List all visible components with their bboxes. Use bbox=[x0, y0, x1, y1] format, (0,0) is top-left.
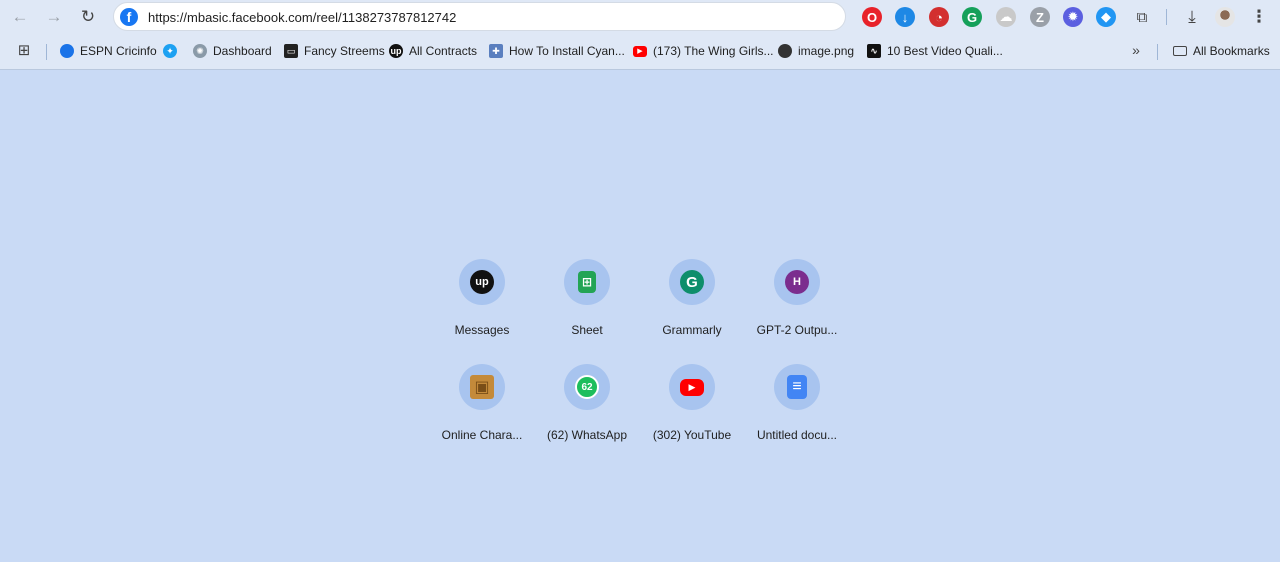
bookmark-label: All Contracts bbox=[409, 44, 478, 58]
double-chevron-icon: » bbox=[1132, 42, 1140, 58]
bookmark-item[interactable]: ▭ Fancy Streems bbox=[284, 42, 385, 60]
arrow-right-icon: → bbox=[45, 7, 63, 26]
apps-grid-icon: ⊞ bbox=[17, 42, 31, 59]
bookmarks-bar: ⊞ ESPN Cricinfo ✦ ✺ Dashboard ▭ Fancy Streems… bbox=[0, 34, 1280, 70]
bookmarks-divider-2 bbox=[1157, 44, 1158, 60]
globe-icon bbox=[60, 44, 74, 58]
more-vert-icon: ⋮ bbox=[1250, 7, 1268, 26]
profile-button[interactable] bbox=[1213, 5, 1237, 29]
bookmark-label: ESPN Cricinfo bbox=[80, 44, 157, 58]
shortcut-label: Sheet bbox=[571, 323, 603, 337]
youtube-icon: ▶ bbox=[680, 378, 704, 396]
reload-button[interactable]: ↻ bbox=[76, 5, 100, 29]
bookmark-label: How To Install Cyan... bbox=[509, 44, 625, 58]
all-bookmarks-label: All Bookmarks bbox=[1193, 44, 1270, 58]
bookmark-item[interactable]: up All Contracts bbox=[389, 42, 477, 60]
bookmark-label: Fancy Streems bbox=[304, 44, 385, 58]
extensions-button[interactable]: ⧉ bbox=[1130, 5, 1154, 29]
shortcut-tile[interactable]: H GPT-2 Outpu... bbox=[747, 256, 847, 356]
bookmarks-overflow-button[interactable]: » bbox=[1124, 38, 1148, 62]
gear-extension-icon[interactable]: ✹ bbox=[1063, 7, 1083, 27]
upwork-icon: up bbox=[470, 270, 494, 294]
box-icon: ▣ bbox=[470, 375, 494, 399]
arrow-left-icon: ← bbox=[11, 7, 29, 26]
bookmarks-divider bbox=[46, 44, 47, 60]
folder-icon bbox=[1173, 46, 1187, 56]
twitter-icon: ✦ bbox=[163, 44, 177, 58]
sheets-icon: ⊞ bbox=[578, 271, 596, 293]
shortcut-tile[interactable]: up Messages bbox=[432, 256, 532, 356]
shortcut-label: (302) YouTube bbox=[652, 428, 732, 442]
opera-extension-icon[interactable]: O bbox=[862, 7, 882, 27]
wave-icon: ∿ bbox=[867, 44, 881, 58]
shortcut-icon-circle: ⊞ bbox=[564, 259, 610, 305]
bookmark-item[interactable]: ESPN Cricinfo bbox=[60, 42, 157, 60]
shortcut-tile[interactable]: ⊞ Sheet bbox=[537, 256, 637, 356]
shortcut-label: (62) WhatsApp bbox=[546, 428, 628, 442]
puzzle-icon: ✚ bbox=[489, 44, 503, 58]
shortcut-icon-circle: ▣ bbox=[459, 364, 505, 410]
shortcut-tile[interactable]: 62 (62) WhatsApp bbox=[537, 361, 637, 461]
back-button[interactable]: ← bbox=[8, 5, 32, 29]
shortcut-tile[interactable]: ▣ Online Chara... bbox=[432, 361, 532, 461]
world-icon bbox=[778, 44, 792, 58]
bookmark-item[interactable]: image.png bbox=[778, 42, 854, 60]
shield-extension-icon[interactable]: ◆ bbox=[1096, 7, 1116, 27]
apps-button[interactable]: ⊞ bbox=[12, 38, 36, 62]
shortcut-label: Online Chara... bbox=[441, 428, 523, 442]
address-bar[interactable]: f https://mbasic.facebook.com/reel/11382… bbox=[113, 2, 846, 31]
bookmark-label: 10 Best Video Quali... bbox=[887, 44, 1003, 58]
h-icon: H bbox=[785, 270, 809, 294]
whatsapp-icon: 62 bbox=[575, 375, 599, 399]
shortcut-label: GPT-2 Outpu... bbox=[756, 323, 838, 337]
youtube-icon: ▶ bbox=[633, 45, 647, 57]
browser-toolbar: ← → ↻ f https://mbasic.facebook.com/reel… bbox=[0, 0, 1280, 34]
shortcut-icon-circle: ▶ bbox=[669, 364, 715, 410]
shortcut-label: Untitled docu... bbox=[756, 428, 838, 442]
bookmark-item[interactable]: ✺ Dashboard bbox=[193, 42, 272, 60]
shortcut-icon-circle: ≡ bbox=[774, 364, 820, 410]
shortcut-icon-circle: up bbox=[459, 259, 505, 305]
speed-extension-icon[interactable]: ◔ bbox=[929, 7, 949, 27]
puzzle-icon: ⧉ bbox=[1136, 8, 1148, 26]
downloads-button[interactable]: ⤓ bbox=[1180, 5, 1204, 29]
bookmark-item[interactable]: ∿ 10 Best Video Quali... bbox=[867, 42, 1003, 60]
shortcut-icon-circle: G bbox=[669, 259, 715, 305]
shortcut-icon-circle: 62 bbox=[564, 364, 610, 410]
tv-icon: ▭ bbox=[284, 44, 298, 58]
facebook-icon: f bbox=[120, 8, 138, 26]
reload-icon: ↻ bbox=[80, 7, 96, 26]
shortcut-tile[interactable]: ≡ Untitled docu... bbox=[747, 361, 847, 461]
bookmark-label: Dashboard bbox=[213, 44, 272, 58]
grammarly-icon: G bbox=[680, 270, 704, 294]
forward-button[interactable]: → bbox=[42, 5, 66, 29]
upwork-icon: up bbox=[389, 44, 403, 58]
url-text[interactable]: https://mbasic.facebook.com/reel/1138273… bbox=[148, 10, 456, 25]
download-icon: ⤓ bbox=[1188, 7, 1196, 26]
toolbar-divider bbox=[1166, 9, 1167, 25]
bookmark-item[interactable]: ✦ bbox=[163, 42, 177, 60]
bookmark-label: (173) The Wing Girls... bbox=[653, 44, 774, 58]
docs-icon: ≡ bbox=[787, 375, 807, 399]
shortcut-label: Messages bbox=[454, 323, 510, 337]
bookmark-item[interactable]: ✚ How To Install Cyan... bbox=[489, 42, 625, 60]
shortcut-tile[interactable]: ▶ (302) YouTube bbox=[642, 361, 742, 461]
grammarly-extension-icon[interactable]: G bbox=[962, 7, 982, 27]
download-extension-icon[interactable]: ↓ bbox=[895, 7, 915, 27]
all-bookmarks-button[interactable]: All Bookmarks bbox=[1173, 42, 1270, 60]
shortcut-icon-circle: H bbox=[774, 259, 820, 305]
menu-button[interactable]: ⋮ bbox=[1247, 5, 1271, 29]
shortcut-tile[interactable]: G Grammarly bbox=[642, 256, 742, 356]
bookmark-label: image.png bbox=[798, 44, 855, 58]
openai-icon: ✺ bbox=[193, 44, 207, 58]
avatar bbox=[1215, 7, 1235, 27]
shortcut-label: Grammarly bbox=[662, 323, 722, 337]
bookmark-item[interactable]: ▶ (173) The Wing Girls... bbox=[633, 42, 773, 60]
cloud-extension-icon[interactable]: ☁ bbox=[996, 7, 1016, 27]
z-extension-icon[interactable]: Z bbox=[1030, 7, 1050, 27]
